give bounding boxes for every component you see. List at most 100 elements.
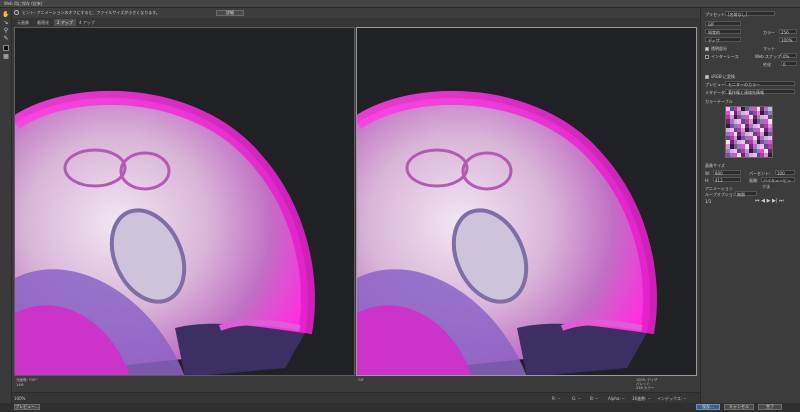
animation-controls: ⏮ ◀ ▶ ▶| ⏭ xyxy=(755,198,784,204)
zoom-level[interactable]: 100% xyxy=(14,396,25,401)
preset-value: [名前なし] xyxy=(728,12,748,17)
matte-label[interactable]: マット xyxy=(763,46,775,52)
colors-field[interactable]: 256 xyxy=(779,29,797,35)
reduction-value: 知覚的 xyxy=(708,30,720,35)
color-table-grid[interactable] xyxy=(725,106,773,158)
status-alpha: Alpha: -- xyxy=(608,396,625,401)
status-bar: 100% R: -- G: -- B: -- Alpha: -- 16進数: -… xyxy=(12,392,700,403)
height-label: H: xyxy=(705,178,710,183)
quality-value: バイキュービック法 xyxy=(762,178,791,189)
loop-label: ループオプション: xyxy=(705,192,739,197)
preset-select[interactable]: [名前なし] xyxy=(725,11,775,17)
metadata-value: 著作権と連絡先情報 xyxy=(728,90,764,95)
tab-optimized[interactable]: 最適化 xyxy=(34,19,52,26)
title-bar: Web 用に保存 (従来) xyxy=(0,0,800,8)
web-snap-field[interactable]: 0% xyxy=(781,53,797,59)
preview-color-label: プレビュー xyxy=(705,82,725,87)
color-table-swatch[interactable] xyxy=(768,152,772,157)
status-hex: 16進数: -- xyxy=(632,396,651,401)
bubble-image-original xyxy=(15,28,354,375)
percent-field[interactable]: 100 xyxy=(775,170,795,176)
colors-label: カラー xyxy=(763,30,775,35)
web-snap-label: Web スナップ xyxy=(755,54,781,59)
tab-2up[interactable]: 2 アップ xyxy=(54,19,76,26)
view-tabs: 元画像 最適化 2 アップ 4 アップ xyxy=(12,18,700,27)
interlace-label: インターレース xyxy=(711,54,739,59)
done-button[interactable]: 完了 xyxy=(758,404,782,410)
bubble-image-optimized xyxy=(357,28,696,375)
preview-color-value: モニターのカラー xyxy=(728,82,760,87)
zoom-tool-icon[interactable]: ⚲ xyxy=(2,28,10,34)
convert-srgb-option[interactable]: sRGB に変換 xyxy=(705,74,735,80)
format-value: GIF xyxy=(708,22,715,27)
eyedropper-tool-icon[interactable]: ✎ xyxy=(2,36,10,42)
tip-bar: ヒント: アニメーションのオフにすると、ファイルサイズが小さくなります。 詳細 xyxy=(0,8,800,18)
lossy-value: 0 xyxy=(783,62,786,67)
toggle-slices-icon[interactable]: ▦ xyxy=(2,54,10,60)
tool-strip: ✋ ↘ ⚲ ✎ ▦ xyxy=(0,8,12,403)
status-index: インデックス: -- xyxy=(657,396,687,401)
slice-select-tool-icon[interactable]: ↘ xyxy=(2,20,10,26)
info-icon xyxy=(14,10,19,15)
last-frame-icon[interactable]: ⏭ xyxy=(779,198,784,204)
colors-value: 256 xyxy=(781,30,789,35)
previous-frame-icon[interactable]: ◀ xyxy=(761,198,765,204)
status-b: B: -- xyxy=(590,396,599,401)
color-table-label: カラーテーブル xyxy=(705,99,733,104)
interlace-checkbox[interactable] xyxy=(705,55,709,59)
format-select[interactable]: GIF xyxy=(705,21,741,27)
cancel-button[interactable]: キャンセル xyxy=(724,404,754,410)
tab-original[interactable]: 元画像 xyxy=(14,19,32,26)
original-preview[interactable] xyxy=(14,27,355,376)
tab-4up[interactable]: 4 アップ xyxy=(76,19,98,26)
width-label: W: xyxy=(705,171,711,176)
web-snap-value: 0% xyxy=(783,54,790,59)
preview-color-select[interactable]: モニターのカラー xyxy=(725,81,795,87)
optimized-preview[interactable] xyxy=(356,27,697,376)
tip-details-button[interactable]: 詳細 xyxy=(216,10,244,16)
percent-value: 100 xyxy=(777,171,785,176)
optimized-colors: 256 カラー xyxy=(636,386,655,390)
save-button[interactable]: 保存... xyxy=(696,404,720,410)
width-field[interactable]: 800 xyxy=(713,170,741,176)
tip-text: ヒント: アニメーションのオフにすると、ファイルサイズが小さくなります。 xyxy=(22,10,160,15)
frame-counter: 1/1 xyxy=(705,199,712,204)
settings-panel: プリセット [名前なし] GIF 知覚的 カラー 256 ディザ 100% 透明… xyxy=(700,8,800,403)
status-r: R: -- xyxy=(552,396,561,401)
quality-label: 画質: xyxy=(749,178,759,183)
lossy-label: 劣化 xyxy=(763,62,771,67)
image-size-label: 画像サイズ xyxy=(705,163,725,168)
convert-srgb-checkbox[interactable] xyxy=(705,75,709,79)
optimized-format: GIF xyxy=(358,378,364,382)
dither-method: ディザ xyxy=(708,38,720,43)
metadata-select[interactable]: 著作権と連絡先情報 xyxy=(725,89,795,95)
height-value: 412 xyxy=(715,178,723,183)
eyedropper-color-swatch[interactable] xyxy=(3,45,9,51)
loop-select[interactable]: 無限 xyxy=(735,191,757,197)
preset-label: プリセット xyxy=(705,12,725,17)
transparency-checkbox[interactable] xyxy=(705,47,709,51)
convert-srgb-label: sRGB に変換 xyxy=(711,74,735,79)
loop-value: 無限 xyxy=(737,192,745,197)
metadata-label: メタデータ xyxy=(705,90,725,95)
transparency-label: 透明部分 xyxy=(711,46,727,51)
width-value: 800 xyxy=(715,171,723,176)
transparency-option[interactable]: 透明部分 xyxy=(705,46,727,52)
lossy-field[interactable]: 0 xyxy=(781,61,797,67)
status-g: G: -- xyxy=(572,396,581,401)
dither-select[interactable]: ディザ xyxy=(705,37,741,43)
dither-value: 100% xyxy=(781,38,793,43)
window-title: Web 用に保存 (従来) xyxy=(4,1,43,6)
hand-tool-icon[interactable]: ✋ xyxy=(2,12,10,18)
dither-field[interactable]: 100% xyxy=(779,37,797,43)
play-icon[interactable]: ▶ xyxy=(767,198,771,204)
bottom-bar: プレビュー... 保存... キャンセル 完了 xyxy=(0,403,800,412)
preview-button[interactable]: プレビュー... xyxy=(14,404,40,410)
original-size: 14M xyxy=(16,383,24,387)
interlace-option[interactable]: インターレース xyxy=(705,54,739,60)
reduction-select[interactable]: 知覚的 xyxy=(705,29,741,35)
height-field[interactable]: 412 xyxy=(713,177,741,183)
next-frame-icon[interactable]: ▶| xyxy=(772,198,778,204)
quality-select[interactable]: バイキュービック法 xyxy=(761,177,795,189)
first-frame-icon[interactable]: ⏮ xyxy=(755,198,760,204)
